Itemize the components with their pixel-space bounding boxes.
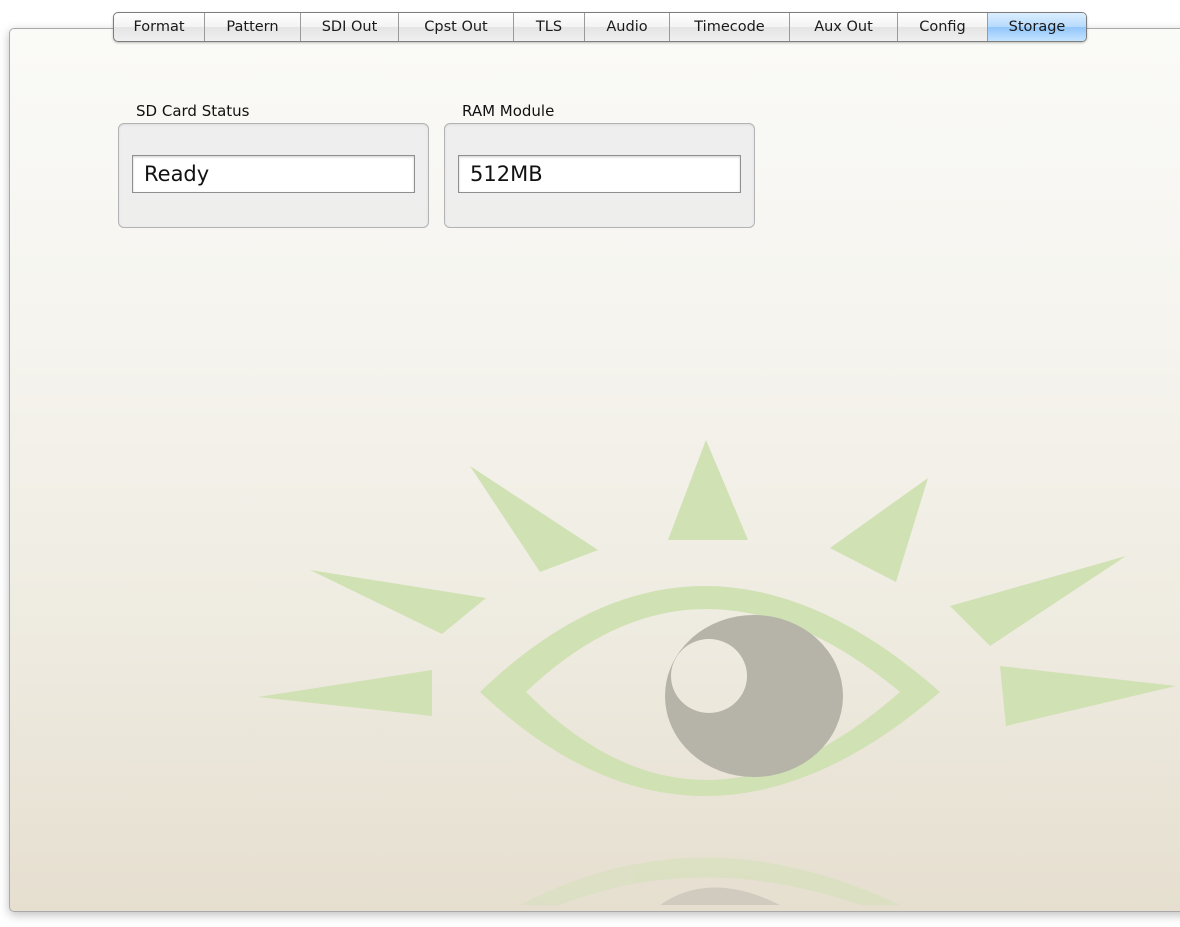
ray-top-left bbox=[470, 466, 598, 572]
ram-module-group: 512MB bbox=[444, 123, 755, 228]
ray-right bbox=[1000, 666, 1176, 726]
tab-aux-out[interactable]: Aux Out bbox=[790, 13, 898, 41]
sd-card-status-label: SD Card Status bbox=[136, 102, 250, 120]
tab-config[interactable]: Config bbox=[898, 13, 988, 41]
tab-tls[interactable]: TLS bbox=[514, 13, 585, 41]
ram-module-label: RAM Module bbox=[462, 102, 555, 120]
tab-format[interactable]: Format bbox=[114, 13, 205, 41]
tab-storage[interactable]: Storage bbox=[988, 13, 1086, 41]
ray-top bbox=[668, 440, 748, 540]
eye-iris bbox=[665, 615, 843, 777]
tab-audio[interactable]: Audio bbox=[585, 13, 670, 41]
sd-card-status-field[interactable]: Ready bbox=[132, 155, 415, 193]
tab-pattern[interactable]: Pattern bbox=[205, 13, 301, 41]
tab-timecode[interactable]: Timecode bbox=[670, 13, 790, 41]
ray-left bbox=[258, 670, 432, 716]
ram-module-field[interactable]: 512MB bbox=[458, 155, 741, 193]
tab-cpst-out[interactable]: Cpst Out bbox=[399, 13, 514, 41]
ray-top-right bbox=[830, 478, 928, 582]
ray-upper-right bbox=[950, 556, 1126, 646]
ray-upper-left bbox=[310, 570, 486, 634]
tab-bar: Format Pattern SDI Out Cpst Out TLS Audi… bbox=[113, 12, 1087, 42]
tab-sdi-out[interactable]: SDI Out bbox=[301, 13, 399, 41]
iris-reflection bbox=[660, 887, 780, 905]
sd-card-status-group: Ready bbox=[118, 123, 429, 228]
